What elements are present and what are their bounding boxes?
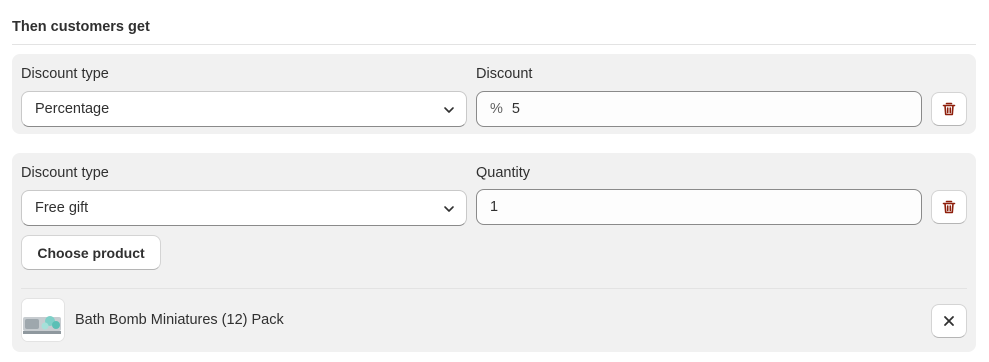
discount-value: 5 [511,101,520,117]
percent-prefix: % [490,101,503,117]
product-divider [21,288,967,289]
delete-button[interactable] [931,190,967,224]
discount-type-label: Discount type [21,66,109,82]
discount-type-select[interactable]: Free gift [21,190,467,226]
choose-product-button[interactable]: Choose product [21,235,161,270]
discount-type-select[interactable]: Percentage [21,91,467,127]
product-thumbnail [21,298,65,342]
product-name: Bath Bomb Miniatures (12) Pack [75,312,284,328]
chevron-down-icon [444,206,454,212]
delete-button[interactable] [931,92,967,126]
discount-type-value: Free gift [35,200,89,216]
discount-value-input[interactable]: % 5 [476,91,922,127]
trash-icon [942,200,956,214]
remove-product-button[interactable] [931,304,967,338]
quantity-label: Quantity [476,165,530,181]
discount-row-free-gift: Discount type Free gift Quantity 1 Choos… [12,153,976,352]
chevron-down-icon [444,107,454,113]
section-divider [12,44,976,45]
quantity-value: 1 [490,199,499,215]
product-image [22,299,64,341]
discount-row-percentage: Discount type Percentage Discount % 5 [12,54,976,134]
discount-type-value: Percentage [35,101,110,117]
section-title: Then customers get [12,19,150,35]
quantity-input[interactable]: 1 [476,189,922,225]
close-icon [944,316,954,326]
trash-icon [942,102,956,116]
discount-value-label: Discount [476,66,533,82]
discount-type-label: Discount type [21,165,109,181]
